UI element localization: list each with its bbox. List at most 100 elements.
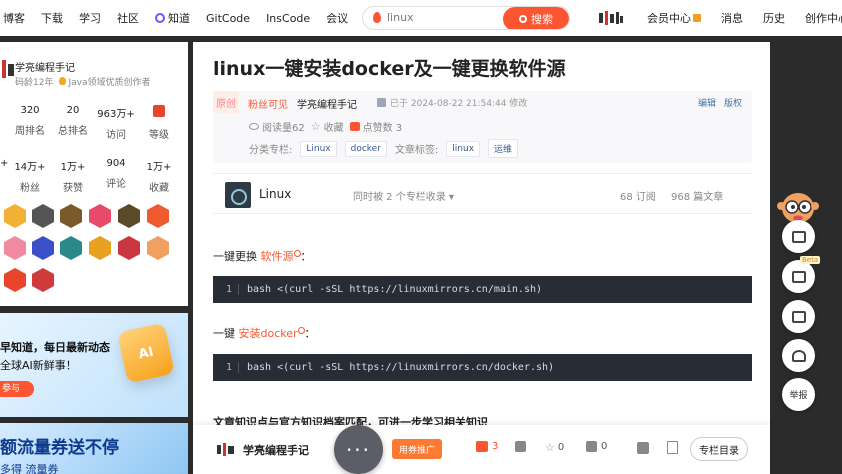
nav-meeting[interactable]: 会议 — [326, 10, 348, 26]
paragraph-change-source: 一键更换 软件源 ： — [213, 248, 312, 264]
article-meta-box: 原创 粉丝可见 学亮编程手记 已于 2024-08-22 21:54:44 修改… — [213, 91, 752, 163]
stat-label: 周排名 — [15, 126, 45, 137]
column-label: 分类专栏: — [249, 145, 293, 156]
stat-value: 904 — [106, 158, 126, 169]
author-avatar[interactable] — [217, 443, 235, 456]
customer-service-button[interactable] — [782, 339, 815, 372]
toolbar-dislike[interactable] — [515, 441, 530, 452]
banner-join-button[interactable]: 参与 — [0, 381, 34, 397]
headset-icon — [791, 349, 806, 362]
keyword-search-icon — [293, 250, 301, 257]
stat-level[interactable]: 等级 — [139, 105, 179, 141]
search-icon — [519, 15, 527, 23]
column-name[interactable]: Linux — [259, 187, 291, 201]
meta-time-text: 已于 2024-08-22 21:54:44 修改 — [390, 99, 528, 109]
star-icon: ☆ — [310, 120, 321, 133]
column-card[interactable]: Linux 同时被 2 个专栏收录 ▾ 68 订阅 968 篇文章 — [213, 173, 752, 214]
achievement-badge-icon[interactable] — [147, 236, 169, 260]
coupon-promote-button[interactable]: 用券推广 — [392, 439, 442, 459]
traffic-coupon-banner[interactable]: 额流量券送不停 多得 流量券 — [0, 423, 188, 474]
stat-visits[interactable]: 963万+ 访问 — [96, 105, 136, 141]
achievement-badge-icon[interactable] — [60, 236, 82, 260]
author-avatar[interactable] — [0, 58, 16, 80]
meta-author-link[interactable]: 学亮编程手记 — [297, 96, 357, 111]
column-tag-docker[interactable]: docker — [344, 140, 387, 157]
nav-blog[interactable]: 博客 — [3, 10, 25, 26]
achievement-badge-icon[interactable] — [32, 236, 54, 260]
search-button-label: 搜索 — [531, 13, 553, 26]
stat-week-rank[interactable]: 320 周排名 — [10, 105, 50, 137]
toolbar-collect[interactable]: ☆ 0 — [545, 441, 564, 454]
nav-community[interactable]: 社区 — [117, 10, 139, 26]
ai-news-banner[interactable]: 早知道，每日最新动态 全球AI新鲜事！ 参与 AI — [0, 313, 188, 417]
ai-assistant-button[interactable] — [782, 260, 815, 293]
comment-icon — [586, 441, 597, 452]
stat-comments[interactable]: 904 评论 — [96, 158, 136, 190]
thumb-up-icon — [476, 441, 488, 452]
ai-tile-icon: AI — [117, 322, 175, 384]
toolbar-comment[interactable]: 0 — [586, 441, 607, 452]
stat-total-rank[interactable]: 20 总排名 — [53, 105, 93, 137]
keyword-link-software-source[interactable]: 软件源 — [261, 250, 301, 263]
tag-linux[interactable]: linux — [446, 140, 481, 157]
nav-inscode[interactable]: InsCode — [266, 12, 310, 25]
author-name[interactable]: 学亮编程手记 — [15, 59, 75, 74]
column-tag-linux[interactable]: Linux — [300, 140, 337, 157]
search-input[interactable]: linux — [387, 11, 414, 24]
achievement-badge-icon[interactable] — [118, 204, 140, 228]
edit-link[interactable]: 编辑 — [698, 96, 716, 109]
column-included-dropdown[interactable]: 同时被 2 个专栏收录 ▾ — [353, 188, 454, 203]
keyword-text: 软件源 — [260, 250, 294, 263]
search-box[interactable]: linux 搜索 — [362, 6, 570, 30]
achievement-badge-icon[interactable] — [89, 236, 111, 260]
toolbar-like[interactable]: 3 — [476, 441, 498, 452]
collect-action[interactable]: ☆ 收藏 — [311, 119, 344, 134]
beta-badge: Beta — [800, 256, 821, 264]
nav-zhidao[interactable]: 知道 — [155, 10, 190, 26]
code-block-2[interactable]: 1 bash <(curl -sSL https://linuxmirrors.… — [213, 354, 752, 381]
linux-column-icon — [225, 182, 251, 208]
column-toc-button[interactable]: 专栏目录 — [690, 437, 748, 461]
tags-label: 文章标签: — [394, 145, 439, 156]
toolbar-author-name[interactable]: 学亮编程手记 — [243, 442, 309, 458]
report-button[interactable]: 举报 — [782, 378, 815, 411]
search-button[interactable]: 搜索 — [503, 7, 569, 29]
achievement-badge-icon[interactable] — [89, 204, 111, 228]
achievement-badge-icon[interactable] — [118, 236, 140, 260]
achievement-badge-icon[interactable] — [60, 204, 82, 228]
achievement-badge-icon[interactable] — [4, 236, 26, 260]
nav-creator[interactable]: 创作中心 — [805, 10, 842, 26]
nav-download[interactable]: 下载 — [41, 10, 63, 26]
nav-messages[interactable]: 消息 — [721, 10, 743, 26]
stat-fans[interactable]: 14万+ 粉丝 — [10, 158, 50, 194]
article-main: linux一键安装docker及一键更换软件源 原创 粉丝可见 学亮编程手记 已… — [193, 42, 770, 474]
nav-history[interactable]: 历史 — [763, 10, 785, 26]
edit-note-button[interactable] — [782, 300, 815, 333]
stat-collects[interactable]: 1万+ 收藏 — [139, 158, 179, 194]
nav-learn[interactable]: 学习 — [79, 10, 101, 26]
stat-likes[interactable]: 1万+ 获赞 — [53, 158, 93, 194]
chart-trend-button[interactable] — [782, 220, 815, 253]
user-avatar-logo[interactable] — [598, 10, 624, 26]
para-suffix: ： — [300, 250, 312, 263]
stat-label: 等级 — [149, 130, 169, 141]
nav-vip[interactable]: 会员中心 — [647, 10, 701, 26]
share-icon[interactable] — [637, 442, 649, 454]
github-badge-icon[interactable] — [32, 204, 54, 228]
achievement-badge-icon[interactable] — [147, 204, 169, 228]
copyright-link[interactable]: 版权 — [724, 96, 742, 109]
tag-ops[interactable]: 运维 — [488, 139, 519, 158]
nav-gitcode[interactable]: GitCode — [206, 12, 250, 25]
more-actions-button[interactable]: ··· — [334, 425, 383, 474]
keyword-link-install-docker[interactable]: 安装docker — [239, 327, 305, 340]
achievement-badge-icon[interactable] — [4, 204, 26, 228]
banner-subline: 多得 流量券 — [0, 463, 59, 474]
achievement-badge-icon[interactable] — [4, 268, 26, 292]
achievement-badge-icon[interactable] — [32, 268, 54, 292]
pdf-icon[interactable] — [667, 441, 678, 454]
para-suffix: ： — [304, 327, 316, 340]
thumb-down-icon — [515, 441, 526, 452]
like-action[interactable]: 点赞数 3 — [349, 119, 402, 134]
code-block-1[interactable]: 1 bash <(curl -sSL https://linuxmirrors.… — [213, 276, 752, 303]
thumb-up-icon — [349, 122, 360, 131]
